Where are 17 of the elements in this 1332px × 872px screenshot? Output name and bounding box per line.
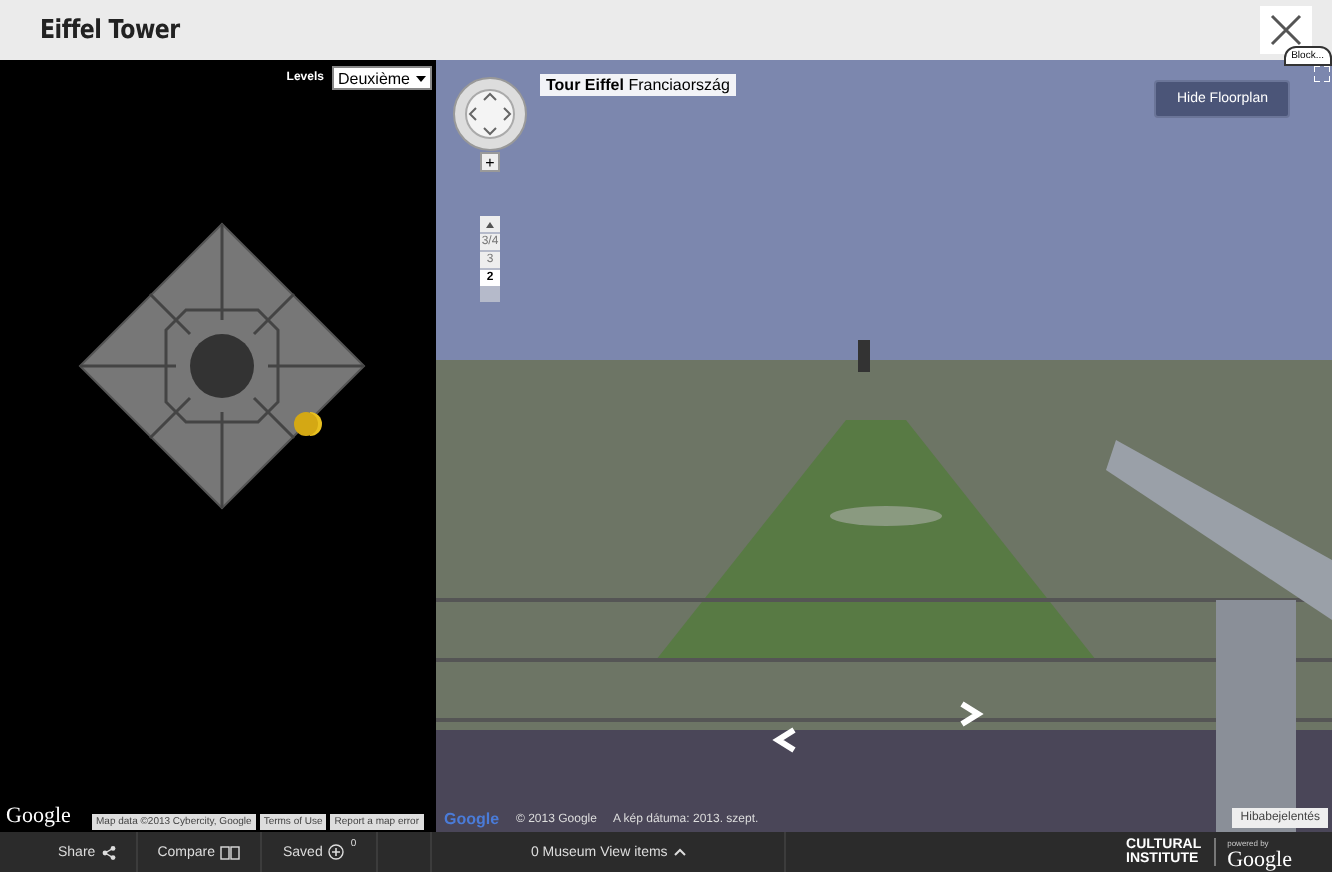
share-icon	[101, 845, 116, 859]
google-logo: Google	[1227, 852, 1292, 868]
google-logo: Google	[6, 804, 71, 828]
close-button[interactable]	[1260, 6, 1312, 54]
compare-icon	[220, 845, 241, 859]
fullscreen-icon[interactable]	[1314, 66, 1330, 82]
place-label: Tour Eiffel Franciaország	[540, 74, 736, 96]
pan-control-icon[interactable]	[452, 76, 528, 152]
caret-icon	[416, 75, 426, 81]
google-logo: Google	[444, 810, 500, 828]
up-caret-icon[interactable]	[486, 221, 494, 227]
caret-icon	[673, 848, 686, 856]
zoom-in-button[interactable]: +	[480, 152, 500, 172]
add-icon	[328, 844, 345, 860]
level-dropdown[interactable]: Deuxième	[331, 66, 432, 90]
close-icon	[1270, 14, 1302, 46]
window-title: Eiffel Tower	[40, 15, 180, 45]
